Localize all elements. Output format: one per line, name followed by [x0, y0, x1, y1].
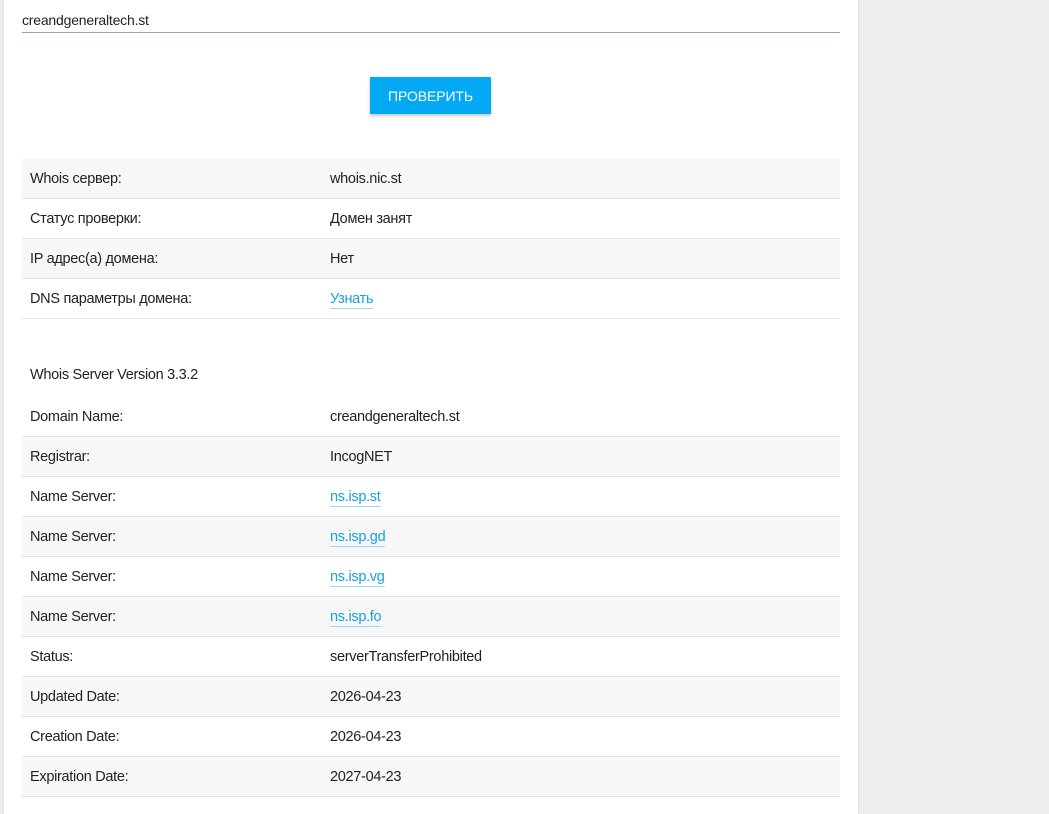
table-row: Name Server: ns.isp.vg	[22, 556, 840, 597]
row-value-cell: ns.isp.gd	[330, 516, 840, 557]
row-label: DNS параметры домена:	[22, 278, 330, 319]
row-label: Updated Date:	[22, 676, 330, 717]
row-value-cell: IncogNET	[330, 436, 840, 477]
row-label: Name Server:	[22, 556, 330, 597]
table-row: DNS параметры домена: Узнать	[22, 278, 840, 319]
row-value-cell: whois.nic.st	[330, 159, 840, 199]
table-row: Expiration Date: 2027-04-23	[22, 756, 840, 797]
row-label: Name Server:	[22, 596, 330, 637]
table-row: Domain Name: creandgeneraltech.st	[22, 397, 840, 437]
check-button[interactable]: ПРОВЕРИТЬ	[370, 77, 491, 114]
whois-table: Domain Name: creandgeneraltech.st Registra…	[22, 397, 840, 797]
table-row: IP адрес(а) домена: Нет	[22, 238, 840, 279]
table-row: Updated Date: 2026-04-23	[22, 676, 840, 717]
row-value: creandgeneraltech.st	[330, 408, 460, 425]
row-label: Name Server:	[22, 476, 330, 517]
row-value-cell: serverTransferProhibited	[330, 636, 840, 677]
row-value: 2026-04-23	[330, 728, 402, 745]
row-value: 2027-04-23	[330, 768, 402, 785]
table-row: Name Server: ns.isp.fo	[22, 596, 840, 637]
row-value-cell: 2027-04-23	[330, 756, 840, 797]
table-row: Name Server: ns.isp.gd	[22, 516, 840, 557]
row-value-link[interactable]: Узнать	[330, 290, 374, 309]
summary-table: Whois сервер: whois.nic.st Статус проверки…	[22, 159, 840, 319]
row-label: Whois сервер:	[22, 159, 330, 199]
row-label: Name Server:	[22, 516, 330, 557]
table-row: Creation Date: 2026-04-23	[22, 716, 840, 757]
row-label: Status:	[22, 636, 330, 677]
table-row: Name Server: ns.isp.st	[22, 476, 840, 517]
row-label: Domain Name:	[22, 397, 330, 437]
domain-input[interactable]	[22, 8, 840, 33]
row-value-link[interactable]: ns.isp.gd	[330, 528, 386, 547]
row-value-cell: Узнать	[330, 278, 840, 319]
row-value: 2026-04-23	[330, 688, 402, 705]
row-value-link[interactable]: ns.isp.fo	[330, 608, 382, 627]
table-row: Registrar: IncogNET	[22, 436, 840, 477]
row-label: Expiration Date:	[22, 756, 330, 797]
row-value: IncogNET	[330, 448, 393, 465]
row-value-cell: Домен занят	[330, 198, 840, 239]
row-label: Статус проверки:	[22, 198, 330, 239]
row-value-cell: 2026-04-23	[330, 676, 840, 717]
row-label: Creation Date:	[22, 716, 330, 757]
row-value-cell: creandgeneraltech.st	[330, 397, 840, 437]
whois-server-version: Whois Server Version 3.3.2	[30, 367, 198, 383]
row-value-cell: Нет	[330, 238, 840, 279]
row-value-cell: 2026-04-23	[330, 716, 840, 757]
row-value: whois.nic.st	[330, 170, 402, 187]
row-value-link[interactable]: ns.isp.st	[330, 488, 381, 507]
table-row: Status: serverTransferProhibited	[22, 636, 840, 677]
row-label: Registrar:	[22, 436, 330, 477]
table-row: Статус проверки: Домен занят	[22, 198, 840, 239]
row-value: Нет	[330, 250, 354, 267]
row-value-cell: ns.isp.st	[330, 476, 840, 517]
row-value-link[interactable]: ns.isp.vg	[330, 568, 385, 587]
table-row: Whois сервер: whois.nic.st	[22, 159, 840, 199]
row-label: IP адрес(а) домена:	[22, 238, 330, 279]
row-value: serverTransferProhibited	[330, 648, 482, 665]
whois-card: ПРОВЕРИТЬ Whois сервер:whois.nic.stСтату…	[4, 0, 858, 814]
row-value: Домен занят	[330, 210, 413, 227]
row-value-cell: ns.isp.vg	[330, 556, 840, 597]
row-value-cell: ns.isp.fo	[330, 596, 840, 637]
